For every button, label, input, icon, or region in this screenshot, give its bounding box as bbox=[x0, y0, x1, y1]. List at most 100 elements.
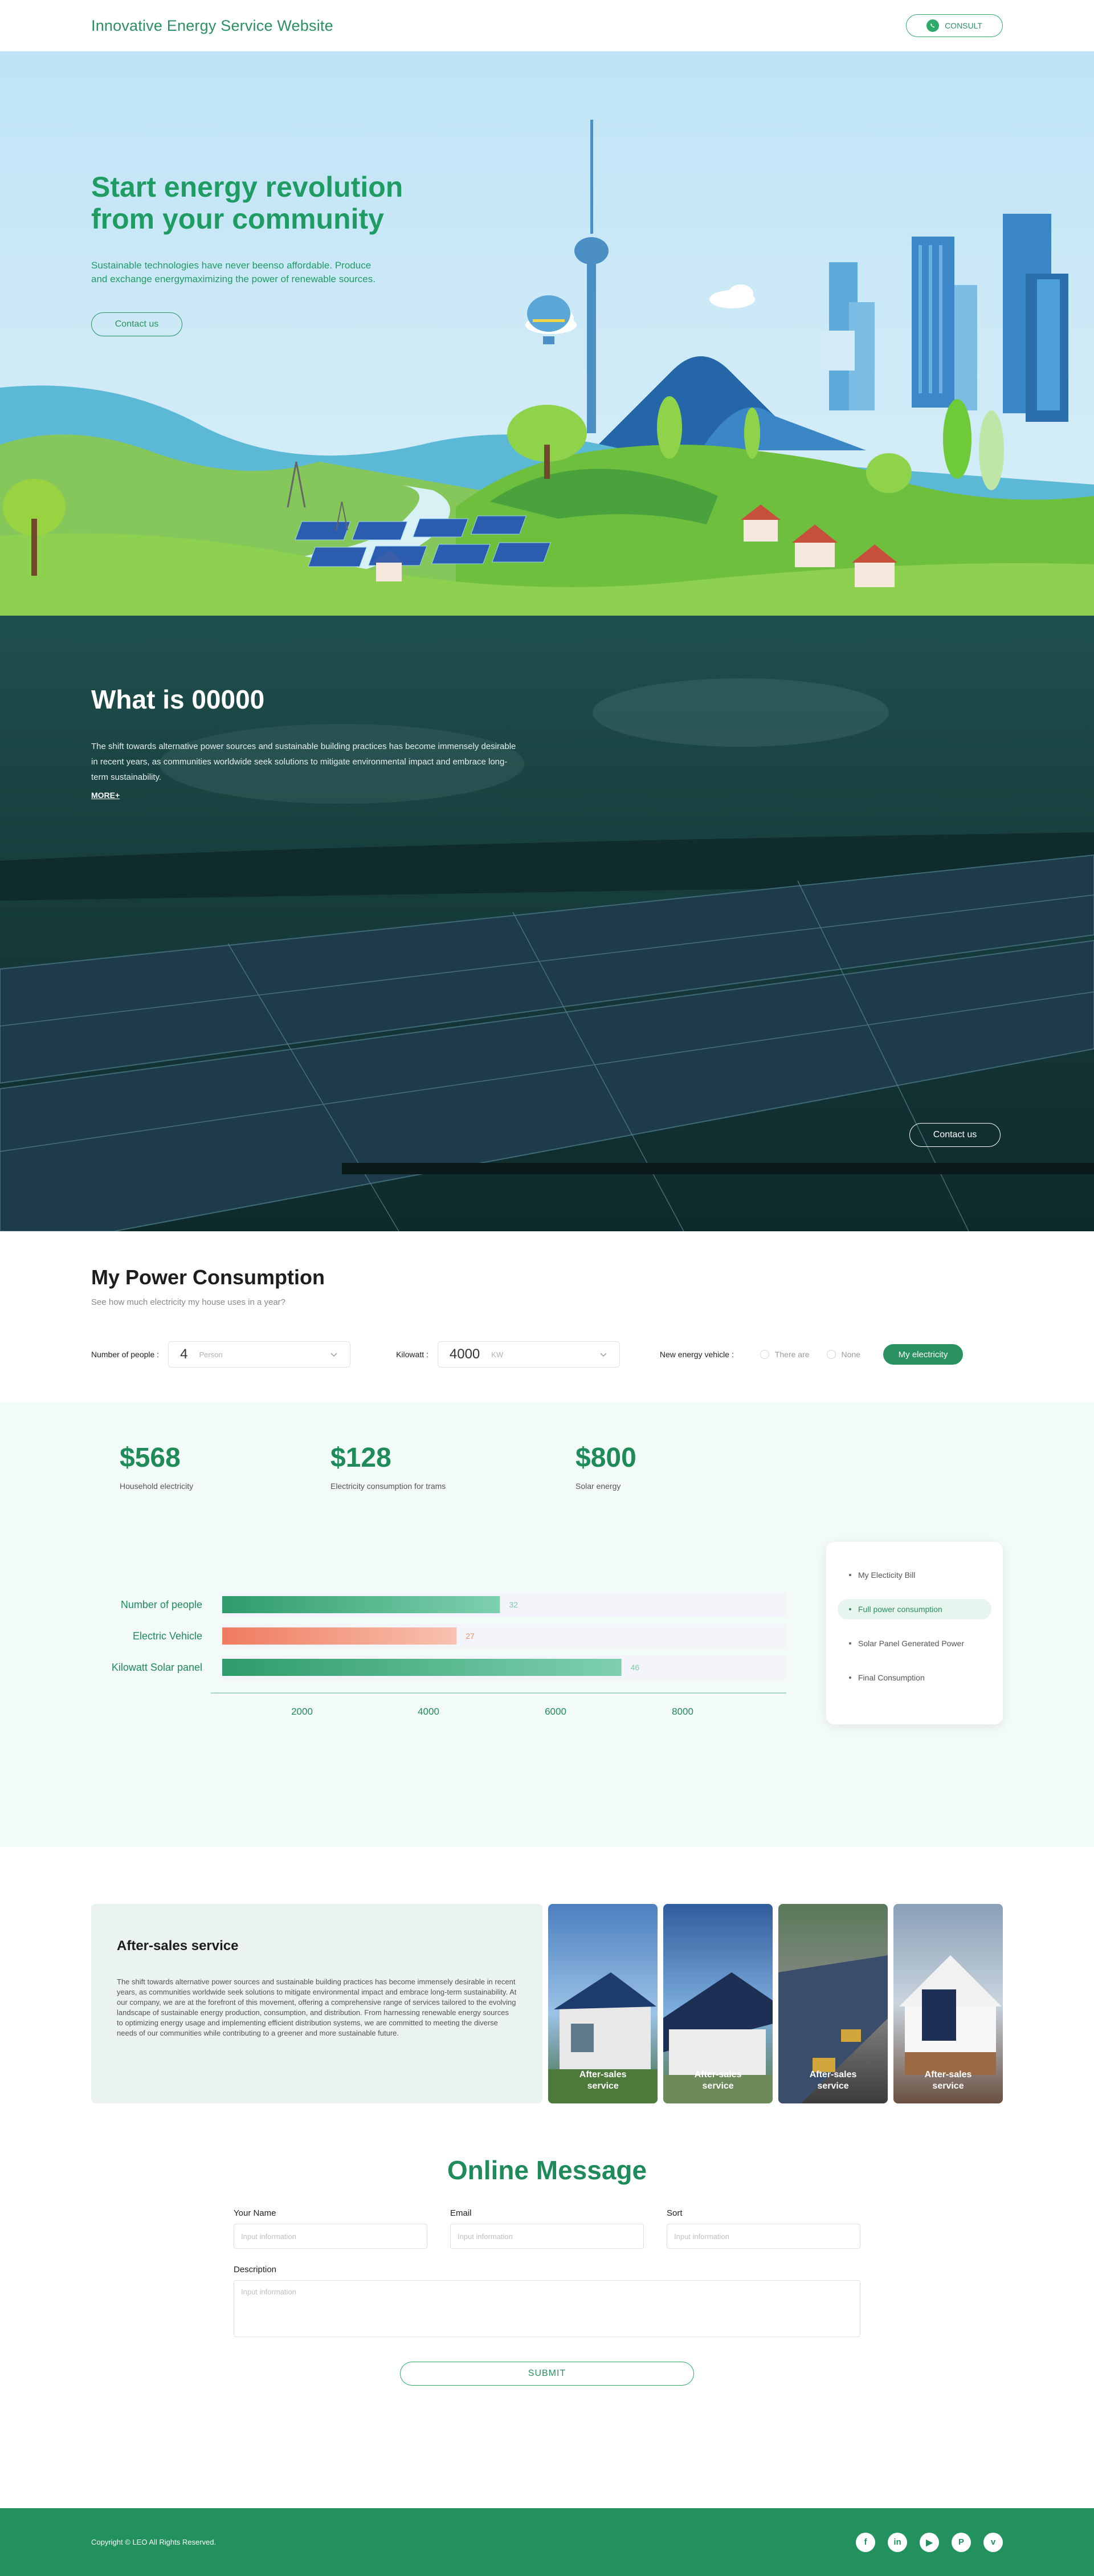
people-unit: Person bbox=[199, 1350, 223, 1359]
whatis-contact-button[interactable]: Contact us bbox=[909, 1123, 1001, 1147]
tile-label: After-sales service bbox=[924, 2070, 972, 2091]
side-item-full-power[interactable]: Full power consumption bbox=[838, 1599, 991, 1619]
side-item-bill[interactable]: My Electicity Bill bbox=[838, 1565, 991, 1585]
service-tile[interactable]: After-sales service bbox=[893, 1904, 1003, 2103]
side-menu-card: My Electicity Bill Full power consumptio… bbox=[826, 1542, 1003, 1724]
tile-label: After-sales service bbox=[694, 2070, 742, 2091]
after-sales-section: After-sales service The shift towards al… bbox=[0, 1847, 1094, 2103]
bullet-icon bbox=[849, 1574, 851, 1576]
radio-none[interactable]: None bbox=[826, 1350, 860, 1359]
linkedin-icon[interactable]: in bbox=[888, 2532, 907, 2552]
kilowatt-unit: KW bbox=[491, 1350, 504, 1359]
description-input[interactable] bbox=[234, 2280, 860, 2337]
tick-label: 4000 bbox=[418, 1706, 439, 1717]
tile-label: After-sales service bbox=[579, 2070, 627, 2091]
stat-value: $800 bbox=[575, 1443, 636, 1473]
my-electricity-button[interactable]: My electricity bbox=[883, 1344, 964, 1365]
people-label: Number of people : bbox=[91, 1350, 160, 1359]
service-tile[interactable]: After-sales service bbox=[663, 1904, 773, 2103]
message-form: Your Name Email Sort Description SUBMIT bbox=[234, 2208, 860, 2386]
online-message-section: Online Message Your Name Email Sort Desc… bbox=[0, 2103, 1094, 2508]
category-label: Electric Vehicle bbox=[133, 1630, 202, 1642]
side-item-solar-power[interactable]: Solar Panel Generated Power bbox=[838, 1633, 991, 1654]
tile-label: After-sales service bbox=[809, 2070, 857, 2091]
bar-2 bbox=[222, 1659, 622, 1676]
more-link[interactable]: MORE+ bbox=[91, 791, 120, 800]
email-input[interactable] bbox=[450, 2224, 644, 2249]
vehicle-label: New energy vehicle : bbox=[659, 1350, 734, 1359]
tick-label: 8000 bbox=[672, 1706, 693, 1717]
consumption-title: My Power Consumption bbox=[91, 1265, 325, 1289]
radio-circle[interactable] bbox=[826, 1350, 836, 1359]
kilowatt-label: Kilowatt : bbox=[396, 1350, 428, 1359]
hero-title: Start energy revolution from your commun… bbox=[91, 171, 403, 235]
name-input[interactable] bbox=[234, 2224, 427, 2249]
service-card: After-sales service The shift towards al… bbox=[91, 1904, 543, 2103]
email-label: Email bbox=[450, 2208, 472, 2218]
field-name: Your Name bbox=[234, 2208, 427, 2249]
consumption-chart: Number of people 32 Electric Vehicle 27 Kilo… bbox=[91, 1590, 786, 1727]
form-row: Your Name Email Sort bbox=[234, 2208, 860, 2249]
chevron-down-icon bbox=[330, 1353, 337, 1357]
category-label: Kilowatt Solar panel bbox=[112, 1662, 202, 1673]
side-item-final[interactable]: Final Consumption bbox=[838, 1667, 991, 1688]
radio-circle[interactable] bbox=[760, 1350, 769, 1359]
hero-subtitle: Sustainable technologies have never been… bbox=[91, 260, 375, 284]
side-item-label: Final Consumption bbox=[858, 1673, 925, 1682]
whatis-body: The shift towards alternative power sour… bbox=[91, 742, 516, 782]
radio-there-are[interactable]: There are bbox=[760, 1350, 810, 1359]
sort-input[interactable] bbox=[667, 2224, 860, 2249]
bullet-icon bbox=[849, 1676, 851, 1679]
message-title: Online Message bbox=[447, 2155, 647, 2185]
whatis-section: What is 00000 The shift towards alternat… bbox=[0, 616, 1094, 1231]
bullet-icon bbox=[849, 1642, 851, 1645]
field-description: Description bbox=[234, 2265, 860, 2340]
stat-label: Electricity consumption for trams bbox=[330, 1482, 446, 1491]
youtube-icon[interactable]: ▶ bbox=[920, 2532, 939, 2552]
whatis-text-block: What is 00000 The shift towards alternat… bbox=[91, 684, 524, 801]
kilowatt-select[interactable]: 4000 KW bbox=[437, 1341, 620, 1368]
brand-title[interactable]: Innovative Energy Service Website bbox=[91, 17, 333, 35]
vimeo-icon[interactable]: v bbox=[983, 2532, 1003, 2552]
stat-label: Household electricity bbox=[120, 1482, 194, 1491]
radio-label: There are bbox=[774, 1350, 810, 1359]
stat-trams: $128 Electricity consumption for trams bbox=[330, 1442, 575, 1491]
category-label: Number of people bbox=[121, 1599, 202, 1610]
side-item-label: My Electicity Bill bbox=[858, 1570, 916, 1580]
hero-text-block: Start energy revolution from your commun… bbox=[91, 171, 410, 336]
pinterest-icon[interactable]: P bbox=[952, 2532, 971, 2552]
value-label: 27 bbox=[466, 1631, 475, 1641]
copyright: Copyright © LEO All Rights Reserved. bbox=[91, 2538, 217, 2546]
stat-solar: $800 Solar energy bbox=[575, 1442, 746, 1491]
chevron-down-icon bbox=[600, 1353, 607, 1357]
stats-row: $568 Household electricity $128 Electric… bbox=[120, 1442, 746, 1491]
consult-button[interactable]: CONSULT bbox=[906, 14, 1003, 37]
service-title: After-sales service bbox=[117, 1938, 239, 1954]
sort-label: Sort bbox=[667, 2208, 683, 2218]
whatis-title: What is 00000 bbox=[91, 685, 265, 714]
service-tile[interactable]: After-sales service bbox=[548, 1904, 658, 2103]
stat-household: $568 Household electricity bbox=[120, 1442, 330, 1491]
bar-1 bbox=[222, 1627, 457, 1645]
submit-button[interactable]: SUBMIT bbox=[400, 2362, 694, 2386]
field-email: Email bbox=[450, 2208, 644, 2249]
hero-section: Start energy revolution from your commun… bbox=[0, 51, 1094, 616]
facebook-icon[interactable]: f bbox=[856, 2532, 875, 2552]
bullet-icon bbox=[849, 1608, 851, 1610]
consult-label: CONSULT bbox=[945, 21, 982, 30]
tick-label: 6000 bbox=[545, 1706, 566, 1717]
side-item-label: Full power consumption bbox=[858, 1605, 942, 1614]
description-label: Description bbox=[234, 2265, 277, 2274]
hero-contact-button[interactable]: Contact us bbox=[91, 312, 182, 336]
kilowatt-value: 4000 bbox=[449, 1346, 480, 1362]
bar-0 bbox=[222, 1596, 500, 1613]
side-item-label: Solar Panel Generated Power bbox=[858, 1639, 964, 1648]
value-label: 46 bbox=[631, 1663, 640, 1672]
whatsapp-icon bbox=[926, 19, 940, 32]
service-tile[interactable]: After-sales service bbox=[778, 1904, 888, 2103]
name-label: Your Name bbox=[234, 2208, 276, 2218]
consumption-subtitle: See how much electricity my house uses i… bbox=[91, 1297, 285, 1307]
tick-label: 2000 bbox=[291, 1706, 313, 1717]
people-select[interactable]: 4 Person bbox=[168, 1341, 351, 1368]
value-label: 32 bbox=[509, 1600, 518, 1609]
